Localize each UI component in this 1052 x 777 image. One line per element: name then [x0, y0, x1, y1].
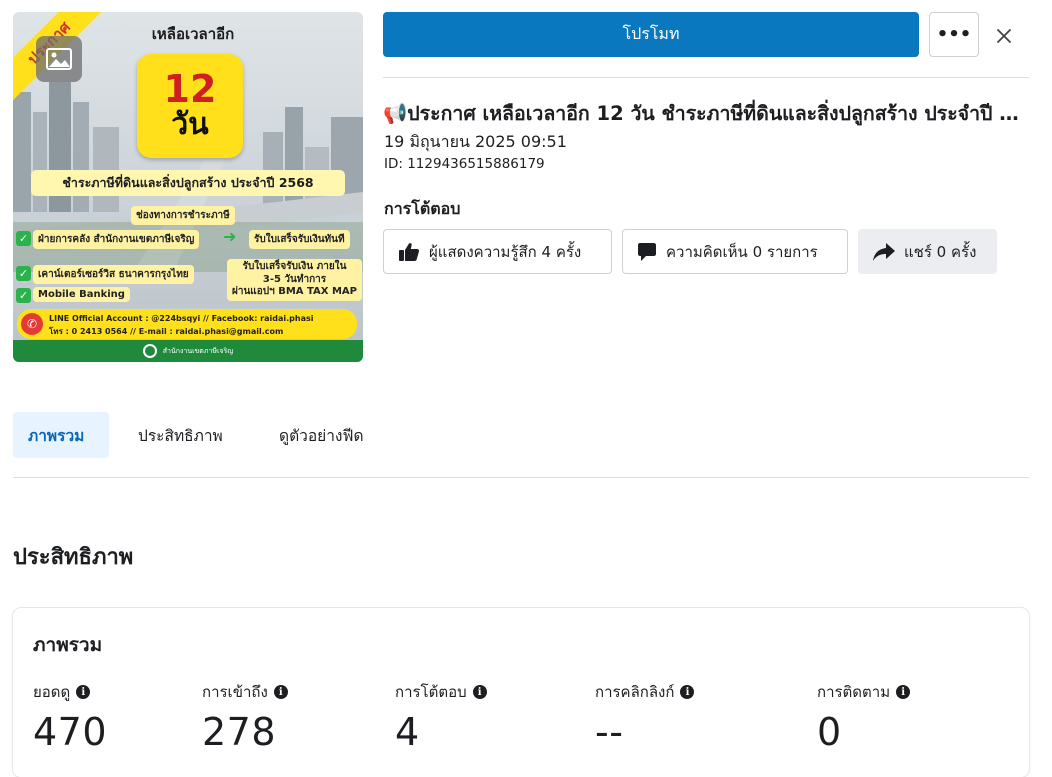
countdown-box: 12 วัน [137, 54, 243, 158]
metric-label: การคลิกลิงก์ [595, 683, 675, 701]
shares-label: แชร์ 0 ครั้ง [904, 242, 977, 261]
tab-overview[interactable]: ภาพรวม [13, 412, 109, 458]
channel-1-label: ฝ่ายการคลัง สำนักงานเขตภาษีเจริญ [33, 230, 200, 249]
comments-label: ความคิดเห็น 0 รายการ [666, 242, 818, 261]
metric-link-clicks: การคลิกลิงก์ i -- [595, 680, 695, 754]
comments-button[interactable]: ความคิดเห็น 0 รายการ [622, 229, 848, 274]
performance-heading: ประสิทธิภาพ [13, 545, 134, 570]
channel-1-result: รับใบเสร็จรับเงินทันที [249, 230, 350, 249]
info-icon[interactable]: i [273, 685, 288, 699]
metric-value: 470 [33, 710, 108, 754]
metric-label: การเข้าถึง [202, 683, 268, 701]
check-icon: ✓ [16, 266, 31, 281]
post-title: 📢ประกาศ เหลือเวลาอีก 12 วัน ชำระภาษีที่ด… [383, 102, 1029, 125]
more-options-button[interactable]: ••• [929, 12, 979, 57]
footer-org-name: สำนักงานเขตภาษีเจริญ [162, 346, 234, 355]
contact-line-2: โทร : 0 2413 0564 // E-mail : raidai.pha… [49, 327, 284, 336]
metric-value: 0 [817, 710, 842, 754]
channels-title: ช่องทางการชำระภาษี [131, 206, 235, 225]
info-icon[interactable]: i [896, 685, 911, 699]
info-icon[interactable]: i [680, 685, 695, 699]
channel-2-label: เคาน์เตอร์เซอร์วิส ธนาคารกรุงไทย [33, 265, 194, 284]
thumbnail-headline: เหลือเวลาอีก [151, 25, 235, 43]
promote-button[interactable]: โปรโมท [383, 12, 919, 57]
info-icon[interactable]: i [76, 685, 91, 699]
metric-label: การติดตาม [817, 683, 891, 701]
district-logo-icon [142, 344, 157, 358]
metric-value: -- [595, 710, 624, 754]
post-id: ID: 1129436515886179 [384, 156, 545, 172]
metric-value: 4 [395, 710, 420, 754]
tabs-divider [13, 477, 1029, 478]
more-dots-icon: ••• [936, 24, 972, 45]
countdown-unit: วัน [171, 106, 209, 142]
arrow-right-icon: ➜ [223, 227, 237, 246]
reactions-label: ผู้แสดงความรู้สึก 4 ครั้ง [429, 242, 582, 261]
channel-3-label: Mobile Banking [33, 287, 130, 302]
thumbnail-footer: สำนักงานเขตภาษีเจริญ [13, 340, 363, 362]
reactions-button[interactable]: ผู้แสดงความรู้สึก 4 ครั้ง [383, 229, 612, 274]
shares-button[interactable]: แชร์ 0 ครั้ง [858, 229, 997, 274]
close-icon [997, 29, 1011, 43]
metric-views: ยอดดู i 470 [33, 680, 107, 754]
contact-bar: ✆ LINE Official Account : @224bsqyi // F… [17, 309, 357, 339]
info-icon[interactable]: i [472, 685, 487, 699]
thumbnail-subtitle: ชำระภาษีที่ดินและสิ่งปลูกสร้าง ประจำปี 2… [31, 170, 345, 196]
overview-card: ภาพรวม ยอดดู i 470 การเข้าถึง i 278 การโ… [13, 608, 1029, 777]
countdown-number: 12 [163, 66, 217, 111]
channel-23-result: รับใบเสร็จรับเงิน ภายใน 3-5 วันทำการ ผ่า… [227, 259, 362, 301]
overview-title: ภาพรวม [33, 634, 103, 656]
image-gallery-icon [36, 36, 82, 82]
channel-23-result-line-2: 3-5 วันทำการ [262, 273, 327, 285]
post-thumbnail[interactable]: ประกาศ เหลือเวลาอีก 12 วัน ชำระภาษีที่ดิ… [13, 12, 363, 362]
thumbs-up-icon [399, 242, 420, 261]
metric-follows: การติดตาม i 0 [817, 680, 911, 754]
header-divider [383, 77, 1029, 78]
metric-label: ยอดดู [33, 683, 71, 701]
metric-engagement: การโต้ตอบ i 4 [395, 680, 487, 754]
channel-23-result-line-3: ผ่านแอปฯ BMA TAX MAP [232, 286, 357, 297]
metric-label: การโต้ตอบ [395, 683, 467, 701]
tab-feed-preview[interactable]: ดูตัวอย่างฟีด [264, 412, 379, 458]
phone-icon: ✆ [21, 313, 43, 335]
post-date: 19 มิถุนายน 2025 09:51 [384, 132, 567, 151]
share-arrow-icon [873, 242, 895, 261]
channel-23-result-line-1: รับใบเสร็จรับเงิน ภายใน [242, 261, 347, 272]
comment-icon [638, 242, 656, 261]
check-icon: ✓ [16, 231, 31, 246]
metric-value: 278 [202, 710, 277, 754]
tab-performance[interactable]: ประสิทธิภาพ [123, 412, 238, 458]
close-button[interactable] [990, 22, 1018, 50]
metric-reach: การเข้าถึง i 278 [202, 680, 288, 754]
engagement-heading: การโต้ตอบ [384, 199, 461, 218]
check-icon: ✓ [16, 288, 31, 303]
contact-line-1: LINE Official Account : @224bsqyi // Fac… [49, 314, 314, 323]
